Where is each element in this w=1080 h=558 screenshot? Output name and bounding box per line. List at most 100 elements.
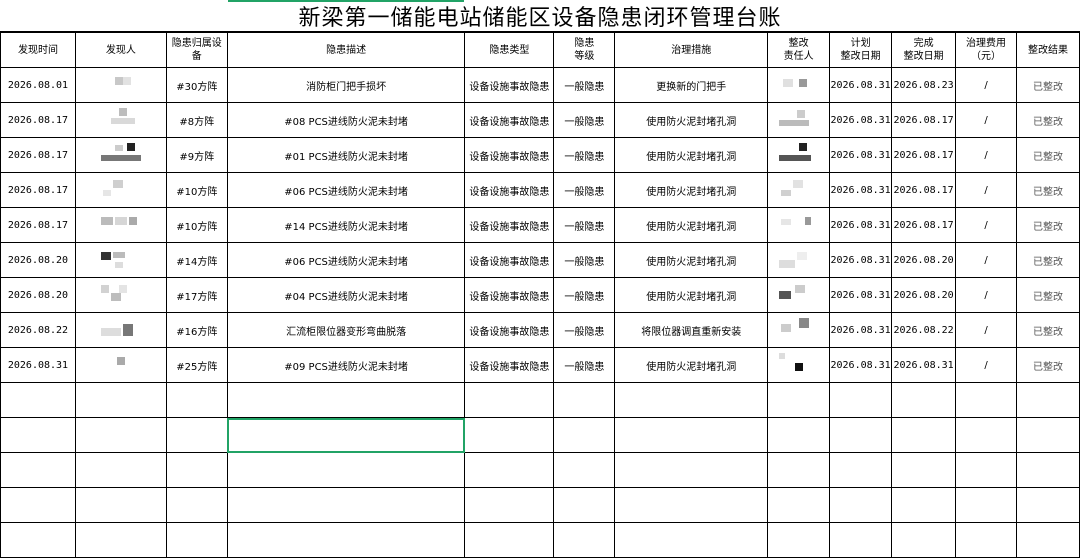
cell-measure[interactable]: 使用防火泥封堵孔洞 [614,277,769,313]
cell-description[interactable]: #04 PCS进线防火泥未封堵 [226,277,466,313]
empty-cell[interactable] [829,382,893,418]
cell-equipment[interactable]: #16方阵 [165,312,228,348]
col-header-found-time[interactable]: 发现时间 [0,32,76,68]
empty-cell[interactable] [74,452,167,488]
col-header-equipment[interactable]: 隐患归属设 备 [165,32,228,68]
empty-cell[interactable] [226,382,466,418]
cell-planned-date[interactable]: 2026.08.31 [829,67,893,103]
col-header-planned-date[interactable]: 计划 整改日期 [829,32,893,68]
empty-cell[interactable] [226,522,466,558]
empty-cell[interactable] [1015,522,1080,558]
cell-level[interactable]: 一般隐患 [553,347,616,383]
cell-cost[interactable]: / [955,137,1017,173]
cell-level[interactable]: 一般隐患 [553,312,616,348]
empty-cell[interactable] [165,382,228,418]
empty-cell[interactable] [891,487,957,523]
empty-cell[interactable] [74,382,167,418]
cell-description[interactable]: #14 PCS进线防火泥未封堵 [226,207,466,243]
cell-level[interactable]: 一般隐患 [553,137,616,173]
cell-level[interactable]: 一般隐患 [553,242,616,278]
cell-result[interactable]: 已整改 [1015,137,1080,173]
col-header-completed-date[interactable]: 完成 整改日期 [891,32,957,68]
empty-cell[interactable] [1015,417,1080,453]
cell-found-time[interactable]: 2026.08.01 [0,67,76,103]
cell-description[interactable]: #01 PCS进线防火泥未封堵 [226,137,466,173]
cell-result[interactable]: 已整改 [1015,242,1080,278]
cell-planned-date[interactable]: 2026.08.31 [829,242,893,278]
empty-cell[interactable] [165,522,228,558]
empty-cell[interactable] [767,382,831,418]
cell-result[interactable]: 已整改 [1015,172,1080,208]
cell-found-time[interactable]: 2026.08.31 [0,347,76,383]
cell-finder[interactable] [74,172,167,208]
empty-cell[interactable] [74,417,167,453]
empty-cell[interactable] [829,452,893,488]
cell-found-time[interactable]: 2026.08.17 [0,172,76,208]
empty-cell[interactable] [464,487,555,523]
empty-cell[interactable] [891,382,957,418]
empty-cell[interactable] [891,417,957,453]
empty-cell[interactable] [891,522,957,558]
empty-cell[interactable] [553,487,616,523]
cell-equipment[interactable]: #10方阵 [165,207,228,243]
cell-found-time[interactable]: 2026.08.22 [0,312,76,348]
cell-finder[interactable] [74,102,167,138]
empty-cell[interactable] [614,452,769,488]
cell-type[interactable]: 设备设施事故隐患 [464,277,555,313]
cell-found-time[interactable]: 2026.08.17 [0,137,76,173]
cell-completed-date[interactable]: 2026.08.23 [891,67,957,103]
cell-found-time[interactable]: 2026.08.17 [0,102,76,138]
cell-measure[interactable]: 使用防火泥封堵孔洞 [614,242,769,278]
cell-equipment[interactable]: #9方阵 [165,137,228,173]
cell-level[interactable]: 一般隐患 [553,67,616,103]
empty-cell[interactable] [955,452,1017,488]
empty-cell[interactable] [553,382,616,418]
cell-type[interactable]: 设备设施事故隐患 [464,207,555,243]
cell-type[interactable]: 设备设施事故隐患 [464,137,555,173]
cell-equipment[interactable]: #8方阵 [165,102,228,138]
cell-responsible[interactable] [767,347,831,383]
cell-measure[interactable]: 将限位器调直重新安装 [614,312,769,348]
empty-cell[interactable] [226,487,466,523]
empty-cell[interactable] [955,417,1017,453]
empty-cell[interactable] [165,452,228,488]
cell-equipment[interactable]: #25方阵 [165,347,228,383]
cell-type[interactable]: 设备设施事故隐患 [464,102,555,138]
empty-cell[interactable] [614,487,769,523]
cell-responsible[interactable] [767,242,831,278]
empty-cell[interactable] [74,487,167,523]
cell-equipment[interactable]: #14方阵 [165,242,228,278]
cell-responsible[interactable] [767,102,831,138]
empty-cell[interactable] [955,382,1017,418]
cell-cost[interactable]: / [955,207,1017,243]
cell-type[interactable]: 设备设施事故隐患 [464,347,555,383]
cell-type[interactable]: 设备设施事故隐患 [464,312,555,348]
cell-description[interactable]: 汇流柜限位器变形弯曲脱落 [226,312,466,348]
empty-cell[interactable] [767,417,831,453]
cell-description[interactable]: 消防柜门把手损坏 [226,67,466,103]
cell-responsible[interactable] [767,172,831,208]
col-header-type[interactable]: 隐患类型 [464,32,555,68]
cell-planned-date[interactable]: 2026.08.31 [829,172,893,208]
cell-description[interactable]: #09 PCS进线防火泥未封堵 [226,347,466,383]
cell-finder[interactable] [74,347,167,383]
empty-cell[interactable] [74,522,167,558]
cell-measure[interactable]: 使用防火泥封堵孔洞 [614,137,769,173]
empty-cell[interactable] [464,522,555,558]
empty-cell[interactable] [1015,487,1080,523]
cell-planned-date[interactable]: 2026.08.31 [829,137,893,173]
col-header-finder[interactable]: 发现人 [74,32,167,68]
cell-planned-date[interactable]: 2026.08.31 [829,207,893,243]
empty-cell[interactable] [0,417,76,453]
empty-cell[interactable] [553,417,616,453]
cell-level[interactable]: 一般隐患 [553,102,616,138]
cell-result[interactable]: 已整改 [1015,347,1080,383]
cell-result[interactable]: 已整改 [1015,312,1080,348]
cell-finder[interactable] [74,137,167,173]
empty-cell[interactable] [226,452,466,488]
cell-cost[interactable]: / [955,242,1017,278]
cell-result[interactable]: 已整改 [1015,207,1080,243]
cell-measure[interactable]: 使用防火泥封堵孔洞 [614,207,769,243]
cell-found-time[interactable]: 2026.08.20 [0,242,76,278]
cell-completed-date[interactable]: 2026.08.31 [891,347,957,383]
